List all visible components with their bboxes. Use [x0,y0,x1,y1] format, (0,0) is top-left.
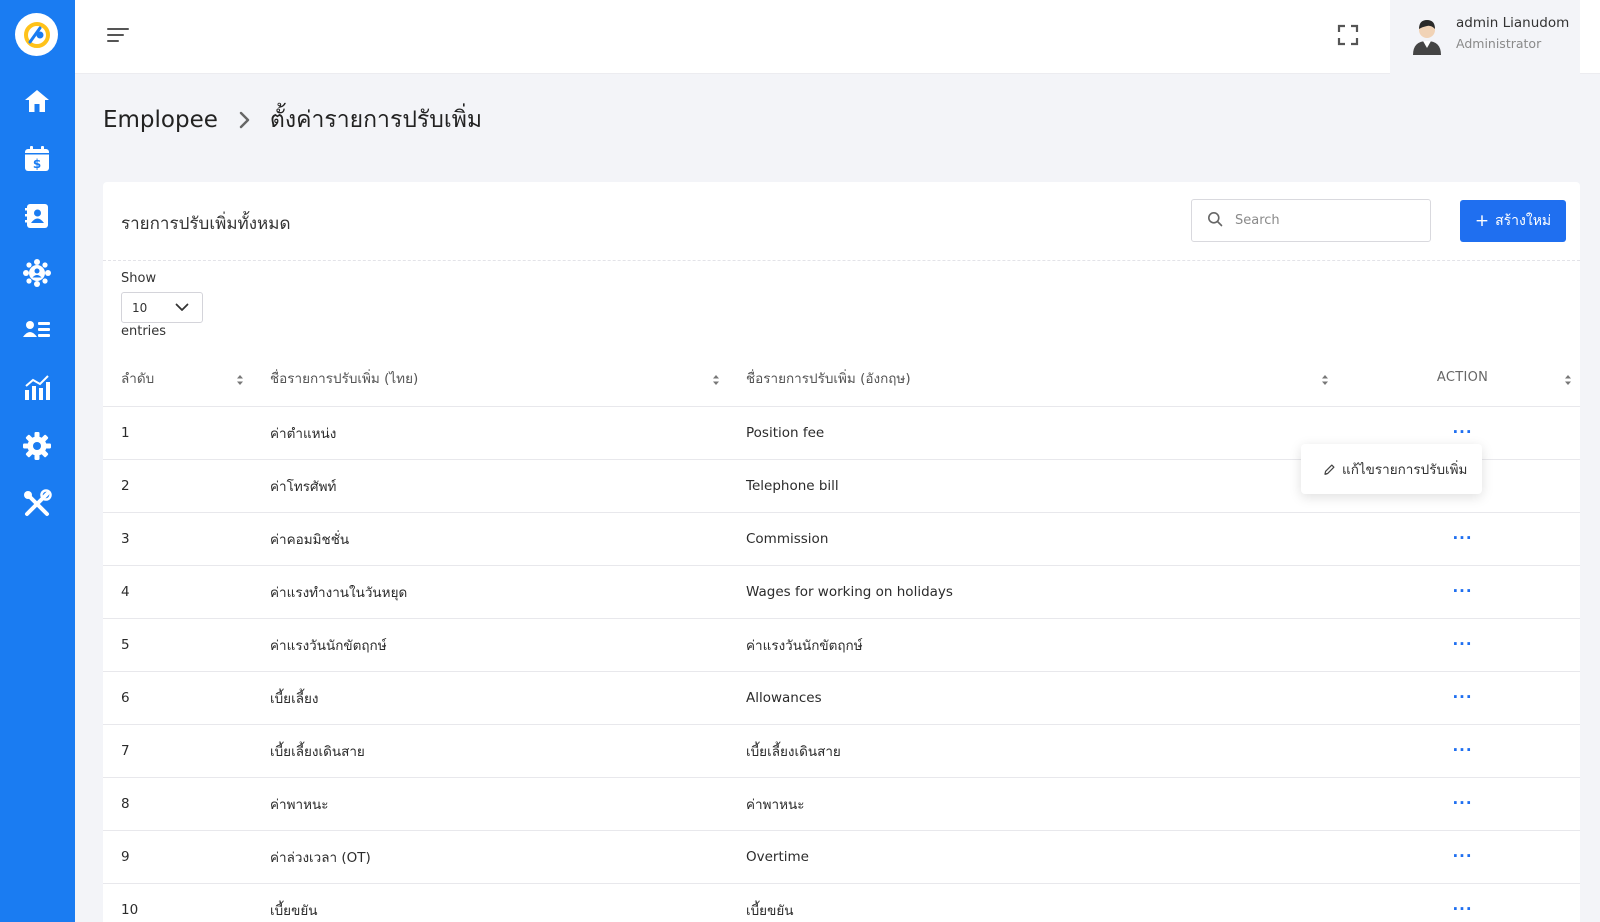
breadcrumb-root[interactable]: Emplopee [103,107,218,133]
table-row: 5 ค่าแรงวันนักขัตฤกษ์ ค่าแรงวันนักขัตฤกษ์ ·… [103,618,1580,672]
cell-no: 7 [103,724,252,778]
team-icon[interactable] [20,256,54,290]
cell-no: 10 [103,883,252,922]
table-row: 7 เบี้ยเลี้ยงเดินสาย เบี้ยเลี้ยงเดินสาย ··· [103,724,1580,778]
cell-name-en: Allowances [728,671,1345,725]
cell-no: 9 [103,830,252,884]
table-row: 10 เบี้ยขยัน เบี้ยขยัน ··· [103,883,1580,922]
chevron-right-icon [238,111,252,129]
card-divider [103,260,1580,261]
table-header-row: ลำดับ ชื่อรายการปรับเพิ่ม (ไทย) ชื่อรายก… [103,350,1580,407]
logo-icon[interactable] [15,13,58,56]
show-label: Show [121,271,157,286]
cell-no: 5 [103,618,252,672]
more-actions-icon[interactable]: ··· [1452,636,1472,652]
page-title: ตั้งค่ารายการปรับเพิ่ม [269,107,483,133]
search-box[interactable] [1191,199,1431,242]
cell-no: 6 [103,671,252,725]
column-header-no[interactable]: ลำดับ [103,350,252,407]
cell-no: 2 [103,459,252,513]
breadcrumb: Emplopee ตั้งค่ารายการปรับเพิ่ม [103,100,482,140]
cell-name-en: ค่าพาหนะ [728,777,1345,831]
cell-name-en: Position fee [728,406,1345,460]
user-profile[interactable]: admin Lianudom Administrator [1390,0,1580,74]
table-row: 8 ค่าพาหนะ ค่าพาหนะ ··· [103,777,1580,831]
more-actions-icon[interactable]: ··· [1452,742,1472,758]
entries-label: entries [121,324,167,339]
pencil-icon [1324,464,1335,475]
more-actions-icon[interactable]: ··· [1452,901,1472,917]
cell-name-th: เบี้ยเลี้ยงเดินสาย [252,724,728,778]
sidebar: $ [0,0,75,922]
chevron-down-icon [175,301,189,315]
cell-name-th: ค่าแรงวันนักขัตฤกษ์ [252,618,728,672]
cell-name-en: เบี้ยขยัน [728,883,1345,922]
allowance-table: ลำดับ ชื่อรายการปรับเพิ่ม (ไทย) ชื่อรายก… [103,350,1580,922]
edit-allowance-label: แก้ไขรายการปรับเพิ่ม [1342,462,1468,478]
allowance-list-card: รายการปรับเพิ่มทั้งหมด + สร้างใหม่ Show … [103,182,1580,922]
payroll-calendar-icon[interactable]: $ [20,142,54,176]
cell-name-th: ค่าโทรศัพท์ [252,459,728,513]
cell-no: 4 [103,565,252,619]
cell-no: 8 [103,777,252,831]
cell-name-th: ค่าพาหนะ [252,777,728,831]
cell-name-th: เบี้ยเลี้ยง [252,671,728,725]
table-row: 3 ค่าคอมมิชชั่น Commission ··· [103,512,1580,566]
create-new-label: สร้างใหม่ [1495,213,1552,229]
plus-icon: + [1474,210,1490,231]
employee-contact-icon[interactable] [20,199,54,233]
cell-name-th: ค่าคอมมิชชั่น [252,512,728,566]
cell-name-en: ค่าแรงวันนักขัตฤกษ์ [728,618,1345,672]
table-row: 4 ค่าแรงทำงานในวันหยุด Wages for working o… [103,565,1580,619]
more-actions-icon[interactable]: ··· [1452,530,1472,546]
cell-name-th: ค่าล่วงเวลา (OT) [252,830,728,884]
cell-name-en: Commission [728,512,1345,566]
report-chart-icon[interactable] [20,371,54,405]
svg-text:$: $ [33,157,41,171]
employee-list-icon[interactable] [20,313,54,347]
card-title: รายการปรับเพิ่มทั้งหมด [121,214,291,234]
cell-name-en: Wages for working on holidays [728,565,1345,619]
menu-toggle-icon[interactable] [105,22,131,48]
avatar [1410,17,1444,55]
more-actions-icon[interactable]: ··· [1452,795,1472,811]
sort-icon [1321,374,1329,390]
more-actions-icon[interactable]: ··· [1452,583,1472,599]
cell-name-en: Overtime [728,830,1345,884]
search-input[interactable] [1235,213,1415,228]
home-icon[interactable] [20,84,54,118]
entries-per-page-select[interactable]: 10 [121,292,203,323]
column-header-name-th[interactable]: ชื่อรายการปรับเพิ่ม (ไทย) [252,350,728,407]
sort-icon [236,374,244,390]
table-row: 6 เบี้ยเลี้ยง Allowances ··· [103,671,1580,725]
fullscreen-icon[interactable] [1335,22,1361,48]
entries-per-page-value: 10 [132,300,148,315]
edit-allowance-menu-item[interactable]: แก้ไขรายการปรับเพิ่ม [1301,444,1482,494]
sort-icon [712,374,720,390]
column-header-action[interactable]: ACTION [1345,350,1580,407]
tools-icon[interactable] [20,487,54,521]
column-header-name-en[interactable]: ชื่อรายการปรับเพิ่ม (อังกฤษ) [728,350,1345,407]
sort-icon [1564,374,1572,390]
user-role: Administrator [1456,36,1542,51]
user-name: admin Lianudom [1456,15,1570,31]
cell-no: 1 [103,406,252,460]
search-icon [1207,211,1223,231]
cell-no: 3 [103,512,252,566]
cell-name-th: ค่าตำแหน่ง [252,406,728,460]
cell-name-th: ค่าแรงทำงานในวันหยุด [252,565,728,619]
cell-name-th: เบี้ยขยัน [252,883,728,922]
create-new-button[interactable]: + สร้างใหม่ [1460,200,1566,242]
cell-name-en: Telephone bill [728,459,1345,513]
more-actions-icon[interactable]: ··· [1452,848,1472,864]
top-bar: admin Lianudom Administrator [75,0,1600,74]
table-row: 9 ค่าล่วงเวลา (OT) Overtime ··· [103,830,1580,884]
cell-name-en: เบี้ยเลี้ยงเดินสาย [728,724,1345,778]
settings-gear-icon[interactable] [20,429,54,463]
more-actions-icon[interactable]: ··· [1452,689,1472,705]
more-actions-icon[interactable]: ··· [1452,424,1472,440]
